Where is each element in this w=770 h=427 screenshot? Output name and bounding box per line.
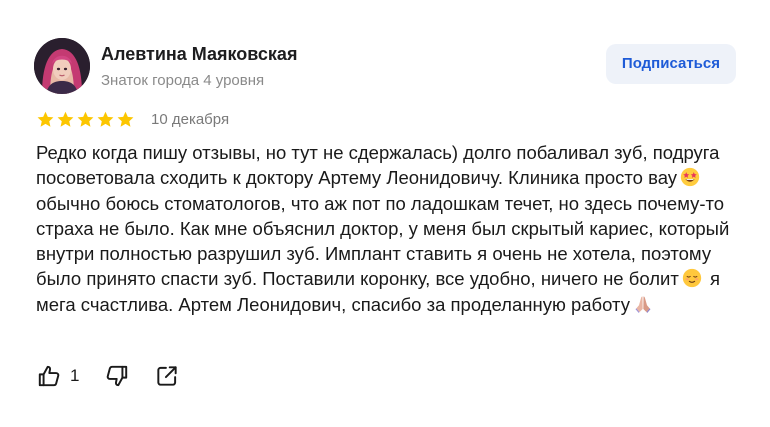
like-button[interactable]: 1 bbox=[36, 363, 79, 389]
dislike-button[interactable] bbox=[104, 363, 130, 389]
star-icon bbox=[77, 111, 94, 127]
subscribe-button[interactable]: Подписаться bbox=[605, 44, 736, 84]
author-level: Знаток города 4 уровня bbox=[101, 72, 265, 89]
author-info: Алевтина Маяковская Знаток города 4 уров… bbox=[101, 43, 297, 90]
review-meta: 10 декабря bbox=[36, 108, 229, 130]
review-text-part-2: обычно боюсь стоматологов, что аж пот по… bbox=[36, 192, 730, 290]
star-struck-emoji bbox=[680, 168, 700, 187]
relieved-face-emoji bbox=[682, 269, 701, 288]
review-date: 10 декабря bbox=[151, 110, 230, 128]
avatar[interactable] bbox=[34, 38, 90, 94]
share-icon bbox=[157, 366, 178, 386]
review-text-part-1: Редко когда пишу отзывы, но тут не сдерж… bbox=[36, 142, 720, 189]
folded-hands-emoji bbox=[635, 296, 651, 313]
share-button[interactable] bbox=[154, 363, 180, 389]
star-icon bbox=[117, 111, 134, 127]
star-icon bbox=[97, 111, 114, 127]
thumbs-down-icon bbox=[107, 365, 128, 387]
likes-count: 1 bbox=[70, 366, 80, 385]
rating-stars bbox=[36, 110, 135, 129]
author-name[interactable]: Алевтина Маяковская bbox=[101, 43, 297, 65]
review-actions: 1 bbox=[36, 362, 180, 390]
review-text: Редко когда пишу отзывы, но тут не сдерж… bbox=[36, 140, 736, 317]
star-icon bbox=[37, 111, 54, 127]
star-icon bbox=[57, 111, 74, 127]
thumbs-up-icon bbox=[38, 365, 60, 387]
review-header: Алевтина Маяковская Знаток города 4 уров… bbox=[34, 38, 736, 94]
